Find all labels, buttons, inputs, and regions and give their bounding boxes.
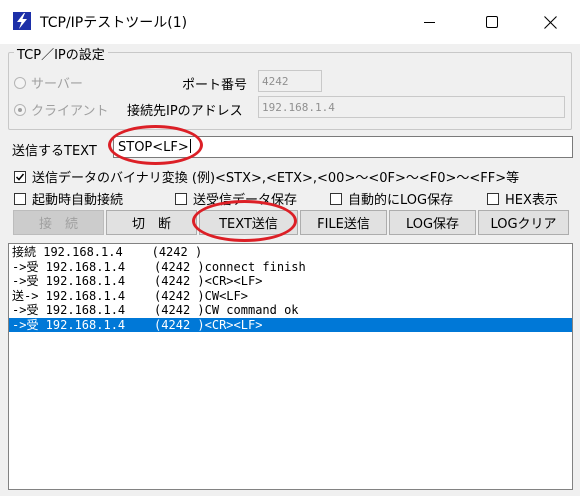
- disconnect-button[interactable]: 切 断: [106, 210, 197, 235]
- checkbox: [330, 192, 342, 205]
- file-send-button[interactable]: FILE送信: [300, 210, 387, 235]
- window-title: TCP/IPテストツール(1): [40, 15, 188, 31]
- log-row[interactable]: ->受 192.168.1.4 (4242 )CW command ok: [9, 303, 572, 318]
- port-field: 4242: [258, 70, 322, 92]
- auto-connect-label: 起動時自動接続: [32, 193, 124, 208]
- port-label: ポート番号: [182, 78, 248, 93]
- checkbox: [175, 192, 187, 205]
- log-save-button[interactable]: LOG保存: [389, 210, 476, 235]
- hex-display-checkbox[interactable]: HEX表示: [487, 189, 558, 208]
- text-caret: [189, 139, 191, 153]
- address-label: 接続先IPのアドレス: [127, 104, 243, 119]
- log-row[interactable]: ->受 192.168.1.4 (4242 )<CR><LF>: [9, 317, 572, 332]
- check-icon: [15, 173, 25, 181]
- log-row[interactable]: ->受 192.168.1.4 (4242 )connect finish: [9, 260, 572, 275]
- log-list[interactable]: 接続 192.168.1.4 (4242 ) ->受 192.168.1.4 (4…: [8, 243, 573, 490]
- minimize-button[interactable]: [400, 0, 460, 44]
- binary-convert-label: 送信データのバイナリ変換 (例)<STX>,<ETX>,<00>～<0F>～<F…: [32, 171, 520, 186]
- send-text-value: STOP<LF>: [118, 140, 189, 155]
- checkbox: [487, 192, 499, 205]
- radio-dot-selected: [14, 103, 26, 116]
- auto-log-label: 自動的にLOG保存: [348, 193, 454, 208]
- client-radio[interactable]: クライアント: [14, 100, 108, 119]
- app-window: TCP/IPテストツール(1) TCP／IPの設定 サーバー クライアント ポー…: [0, 0, 580, 496]
- log-row[interactable]: ->受 192.168.1.4 (4242 )<CR><LF>: [9, 274, 572, 289]
- auto-connect-checkbox[interactable]: 起動時自動接続: [14, 189, 123, 208]
- log-row[interactable]: 送-> 192.168.1.4 (4242 )CW<LF>: [9, 289, 572, 304]
- radio-dot: [14, 76, 26, 89]
- checkbox-checked: [14, 170, 26, 183]
- auto-log-checkbox[interactable]: 自動的にLOG保存: [330, 189, 453, 208]
- send-text-label: 送信するTEXT: [12, 144, 97, 159]
- close-button[interactable]: [520, 0, 580, 44]
- maximize-icon: [486, 16, 498, 28]
- server-radio[interactable]: サーバー: [14, 73, 83, 92]
- binary-convert-checkbox[interactable]: 送信データのバイナリ変換 (例)<STX>,<ETX>,<00>～<0F>～<F…: [14, 167, 519, 186]
- hex-display-label: HEX表示: [505, 193, 558, 208]
- client-radio-label: クライアント: [31, 104, 109, 119]
- group-title: TCP／IPの設定: [14, 44, 108, 63]
- checkbox: [14, 192, 26, 205]
- log-clear-button[interactable]: LOGクリア: [478, 210, 569, 235]
- maximize-button[interactable]: [462, 0, 522, 44]
- lightning-icon: [13, 12, 31, 30]
- log-row[interactable]: 接続 192.168.1.4 (4242 ): [9, 245, 572, 260]
- save-data-checkbox[interactable]: 送受信データ保存: [175, 189, 297, 208]
- address-field: 192.168.1.4: [258, 96, 565, 118]
- title-bar: TCP/IPテストツール(1): [0, 0, 580, 44]
- close-icon: [543, 15, 557, 29]
- minimize-icon: [424, 22, 435, 23]
- connect-button[interactable]: 接 続: [13, 210, 104, 235]
- text-send-button[interactable]: TEXT送信: [199, 210, 298, 235]
- save-data-label: 送受信データ保存: [193, 193, 298, 208]
- send-text-input[interactable]: STOP<LF>: [113, 136, 573, 158]
- server-radio-label: サーバー: [31, 77, 83, 92]
